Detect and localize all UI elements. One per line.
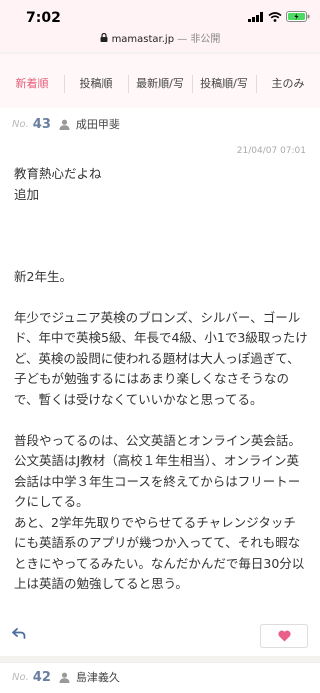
reply-icon[interactable] xyxy=(12,626,26,640)
url-private-label: — 非公開 xyxy=(177,34,221,45)
url-domain: mamastar.jp xyxy=(111,34,175,45)
post-date: 21/04/07 07:01 xyxy=(236,146,306,156)
status-bar: 7:02 xyxy=(0,0,320,32)
signal-icon xyxy=(248,11,263,22)
battery-icon xyxy=(286,11,310,22)
status-time: 7:02 xyxy=(26,10,61,26)
tab-post-order-photo[interactable]: 投稿順/写 xyxy=(192,67,256,101)
tab-newest-photo[interactable]: 最新順/写 xyxy=(128,67,192,101)
post-number[interactable]: 43 xyxy=(33,117,51,132)
post-number-label: No. xyxy=(12,671,29,683)
post-body: 教育熱心だよね 追加 新2年生。 年少でジュニア英検のブロンズ、シルバー、ゴール… xyxy=(14,166,308,591)
tab-owner-only[interactable]: 主のみ xyxy=(256,67,320,101)
tab-post-order[interactable]: 投稿順 xyxy=(64,67,128,101)
like-button[interactable] xyxy=(260,624,308,648)
post-header: No. 42 島津義久 xyxy=(12,669,120,685)
post-header: No. 43 成田甲斐 xyxy=(12,116,120,132)
url-bar[interactable]: mamastar.jp — 非公開 xyxy=(0,30,320,52)
post-author: 島津義久 xyxy=(75,671,120,684)
post-card: No. 42 島津義久 xyxy=(0,662,320,693)
post-author: 成田甲斐 xyxy=(75,118,120,131)
heart-icon xyxy=(277,630,291,642)
post-footer xyxy=(12,624,308,648)
lock-icon xyxy=(100,33,108,42)
wifi-icon xyxy=(268,11,282,22)
user-icon xyxy=(59,119,70,130)
post-number[interactable]: 42 xyxy=(33,670,51,685)
status-icons xyxy=(248,11,310,22)
sort-tabs: 新着順 投稿順 最新順/写 投稿順/写 主のみ xyxy=(0,54,320,115)
user-icon xyxy=(59,672,70,683)
post-card: No. 43 成田甲斐 21/04/07 07:01 教育熱心だよね 追加 新2… xyxy=(0,108,320,656)
tab-newest[interactable]: 新着順 xyxy=(0,67,64,101)
post-number-label: No. xyxy=(12,118,29,130)
